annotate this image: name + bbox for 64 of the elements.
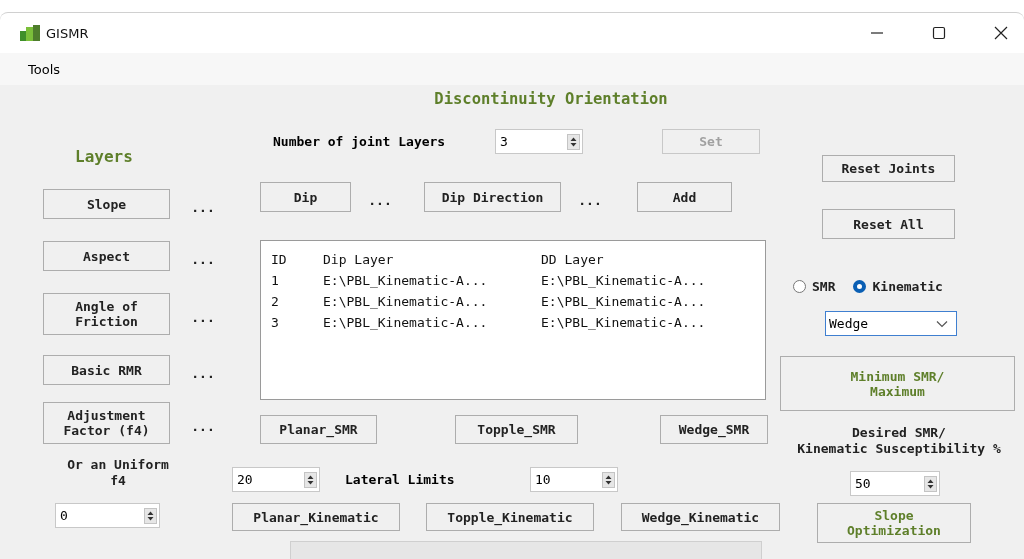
desired-value-spinner[interactable]: 50 xyxy=(850,471,940,496)
lateral-limit-spinner[interactable]: 10 xyxy=(530,467,618,492)
list-cell-text: E:\PBL_Kinematic-A... xyxy=(323,272,489,290)
section-heading: Discontinuity Orientation xyxy=(433,89,669,110)
lateral-limit-spinner[interactable]: 20 xyxy=(232,467,320,492)
close-icon[interactable] xyxy=(994,26,1008,40)
lateral-limits-label: Lateral Limits xyxy=(345,472,456,487)
app-logo-icon xyxy=(20,25,40,41)
browse-button[interactable]: ... xyxy=(188,309,218,325)
kinematic-button[interactable]: Planar_Kinematic xyxy=(232,503,400,531)
joint-layer-button[interactable]: Dip xyxy=(260,182,351,212)
spin-arrows-icon[interactable] xyxy=(924,475,937,492)
mode-radio[interactable]: SMR xyxy=(793,279,836,294)
failure-type-dropdown[interactable]: Wedge xyxy=(825,311,957,336)
reset-all-button[interactable]: Reset All xyxy=(822,209,955,239)
joint-layers-label: Number of joint Layers xyxy=(273,134,447,149)
browse-button[interactable]: ... xyxy=(188,365,218,381)
spin-arrows-icon[interactable] xyxy=(144,507,157,524)
desired-susceptibility-label: Desired SMR/ Kinematic Susceptibility % xyxy=(796,425,1002,457)
list-cell-text: 2 xyxy=(271,293,280,311)
browse-button[interactable]: ... xyxy=(188,251,218,267)
list-cell-text: E:\PBL_Kinematic-A... xyxy=(541,314,707,332)
list-cell-text: E:\PBL_Kinematic-A... xyxy=(541,272,707,290)
min-max-button[interactable]: Minimum SMR/ Maximum xyxy=(780,356,1015,411)
layer-button[interactable]: Adjustment Factor (f4) xyxy=(43,402,170,444)
chevron-down-icon[interactable] xyxy=(936,319,948,328)
browse-button[interactable]: ... xyxy=(188,418,218,434)
window-title: GISMR xyxy=(46,25,89,41)
spin-arrows-icon[interactable] xyxy=(567,133,580,150)
column-header[interactable]: DD Layer xyxy=(541,249,741,270)
uniform-f4-label: Or an Uniform f4 xyxy=(66,457,170,489)
layer-button[interactable]: Slope xyxy=(43,189,170,219)
spin-arrows-icon[interactable] xyxy=(602,471,615,488)
layers-heading: Layers xyxy=(75,147,134,167)
list-cell-text: 1 xyxy=(271,272,280,290)
list-cell-text: E:\PBL_Kinematic-A... xyxy=(323,293,489,311)
list-cell-text: E:\PBL_Kinematic-A... xyxy=(323,314,489,332)
layer-button[interactable]: Basic RMR xyxy=(43,355,170,385)
mode-radio[interactable]: Kinematic xyxy=(853,279,943,294)
list-cell-text: 3 xyxy=(271,314,280,332)
smr-button[interactable]: Planar_SMR xyxy=(260,415,377,444)
kinematic-button[interactable]: Topple_Kinematic xyxy=(425,503,594,531)
reset-joints-button[interactable]: Reset Joints xyxy=(822,155,955,182)
uniform-f4-spinner[interactable]: 0 xyxy=(55,503,160,528)
slope-optimization-button[interactable]: Slope Optimization xyxy=(817,503,971,543)
smr-button[interactable]: Topple_SMR xyxy=(455,415,578,444)
browse-button[interactable]: ... xyxy=(365,192,395,208)
radio-icon[interactable] xyxy=(853,280,867,293)
browse-button[interactable]: ... xyxy=(188,199,218,215)
layer-button[interactable]: Aspect xyxy=(43,241,170,271)
column-header[interactable]: Dip Layer xyxy=(323,249,541,270)
menu-item[interactable]: Tools xyxy=(28,61,61,77)
joint-layers-spinner[interactable]: 3 xyxy=(495,129,583,154)
smr-button[interactable]: Wedge_SMR xyxy=(660,415,768,444)
add-button[interactable]: Add xyxy=(637,182,732,212)
layer-button[interactable]: Angle of Friction xyxy=(43,293,170,335)
radio-icon[interactable] xyxy=(793,280,806,293)
maximize-icon[interactable] xyxy=(932,26,946,40)
list-cell-text: E:\PBL_Kinematic-A... xyxy=(541,293,707,311)
joint-layer-button[interactable]: Dip Direction xyxy=(424,182,561,212)
column-header[interactable]: ID xyxy=(271,249,323,270)
kinematic-button[interactable]: Wedge_Kinematic xyxy=(620,503,780,531)
spin-arrows-icon[interactable] xyxy=(304,471,317,488)
browse-button[interactable]: ... xyxy=(575,192,605,208)
